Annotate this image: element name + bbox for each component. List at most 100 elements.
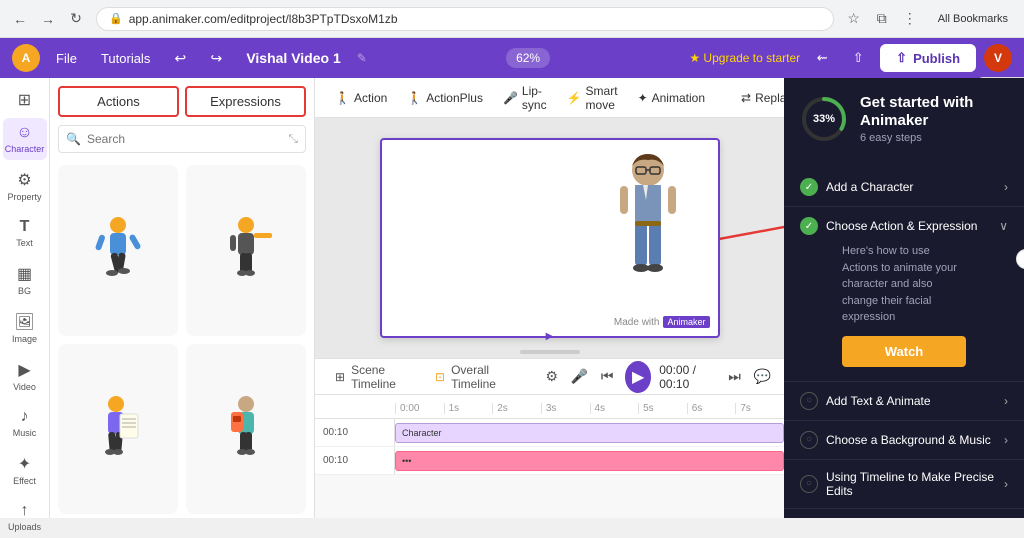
sidebar-label-effect: Effect	[13, 476, 36, 486]
refresh-button[interactable]: ↻	[64, 7, 88, 31]
search-icon: 🔍	[66, 132, 81, 146]
sidebar-item-bg[interactable]: ▦ BG	[3, 258, 47, 302]
mic-btn[interactable]: 🎤	[570, 365, 590, 389]
search-input[interactable]	[58, 125, 306, 153]
step-label-add-text: Add Text & Animate	[826, 394, 996, 408]
play-button[interactable]: ▶	[625, 361, 651, 393]
scroll-thumb[interactable]	[520, 350, 580, 354]
actions-tab[interactable]: Actions	[58, 86, 179, 117]
track-content-character: Character	[395, 419, 784, 446]
sidebar-item-music[interactable]: ♪ Music	[3, 402, 47, 444]
list-item[interactable]	[186, 344, 306, 515]
music-icon: ♪	[21, 408, 29, 426]
timeline-section: ⊞ Scene Timeline ⊡ Overall Timeline ⚙ 🎤 …	[315, 358, 784, 518]
menu-button[interactable]: ⋮	[898, 7, 922, 31]
extensions-button[interactable]: ⧉	[870, 7, 894, 31]
sidebar-item-property[interactable]: ⚙ Property	[3, 164, 47, 208]
undo-button[interactable]: ↩	[168, 46, 192, 70]
back-button[interactable]: ←	[8, 7, 32, 31]
property-icon: ⚙	[17, 170, 31, 190]
timeline-playback: ⚙ 🎤 ⏮ ▶ 00:00 / 00:10 ⏭ 💬	[542, 361, 772, 393]
step-choose-action[interactable]: ✓ Choose Action & Expression ∨ Here's ho…	[784, 207, 1024, 382]
right-panel: 33% Get started with Animaker 6 easy ste…	[784, 78, 1024, 518]
canvas-area: 🚶 Action 🚶 ActionPlus 🎤 Lip-sync ⚡ Smart…	[315, 78, 784, 518]
export-icon[interactable]: ⇧	[844, 44, 872, 72]
step-header-precise: ○ Using Timeline to Make Precise Edits ›	[800, 470, 1008, 498]
all-bookmarks-button[interactable]: All Bookmarks	[930, 11, 1016, 27]
scene-timeline-tab[interactable]: ⊞ Scene Timeline	[327, 359, 415, 395]
step-label-precise: Using Timeline to Make Precise Edits	[826, 470, 996, 498]
list-item[interactable]	[186, 165, 306, 336]
timeline-ruler: 0:00 1s 2s 3s 4s 5s 6s 7s	[315, 395, 784, 419]
overall-timeline-tab[interactable]: ⊡ Overall Timeline	[427, 359, 518, 395]
scene-frame[interactable]: ▶ Made with Animaker	[380, 138, 720, 338]
redo-button[interactable]: ↪	[204, 46, 228, 70]
sidebar-item-effect[interactable]: ✦ Effect	[3, 448, 47, 492]
tab-action[interactable]: 🚶 Action	[327, 87, 395, 109]
url-text: app.animaker.com/editproject/l8b3PTpTDsx…	[129, 12, 398, 26]
star-button[interactable]: ☆	[842, 7, 866, 31]
chat-btn[interactable]: 💬	[752, 365, 772, 389]
char-figure-2	[216, 215, 276, 285]
progress-subtitle: 6 easy steps	[860, 132, 1008, 144]
settings-btn[interactable]: ⚙	[542, 365, 562, 389]
watch-button[interactable]: Watch	[842, 336, 966, 367]
sidebar-item-uploads[interactable]: ↑ Uploads	[3, 496, 47, 538]
char-panel: Actions Expressions 🔍 ⤡	[50, 78, 315, 518]
character-track-block[interactable]: Character	[395, 423, 784, 443]
share-icon[interactable]: ⇜	[808, 44, 836, 72]
music-track-block[interactable]: •••	[395, 451, 784, 471]
watermark-text: Made with	[614, 317, 660, 328]
tutorials-menu[interactable]: Tutorials	[93, 47, 158, 70]
step-label-choose-bg: Choose a Background & Music	[826, 433, 996, 447]
sidebar-item-character[interactable]: ☺ Character	[3, 118, 47, 160]
ruler-mark-4: 4s	[590, 403, 639, 414]
step-add-text[interactable]: ○ Add Text & Animate ›	[784, 382, 1024, 421]
progress-info: Get started with Animaker 6 easy steps	[860, 94, 1008, 144]
scroll-indicator	[315, 346, 784, 358]
sidebar-item-image[interactable]: 🖼 Image	[3, 306, 47, 350]
image-icon: 🖼	[14, 312, 34, 332]
sidebar-label-video: Video	[13, 382, 36, 392]
step-add-character[interactable]: ✓ Add a Character ›	[784, 168, 1024, 207]
address-bar[interactable]: 🔒 app.animaker.com/editproject/l8b3PTpTD…	[96, 7, 834, 31]
step-export[interactable]: ○ Export your Video ›	[784, 509, 1024, 519]
step-header-choose-bg: ○ Choose a Background & Music ›	[800, 431, 1008, 449]
user-avatar[interactable]: V	[984, 44, 1012, 72]
track-label-character: 00:10	[315, 419, 395, 446]
tab-actionplus[interactable]: 🚶 ActionPlus	[399, 87, 491, 109]
tab-animation[interactable]: ✦ Animation	[630, 87, 713, 109]
step-header-add-text: ○ Add Text & Animate ›	[800, 392, 1008, 410]
tab-lipsync[interactable]: 🎤 Lip-sync	[495, 80, 555, 116]
file-menu[interactable]: File	[48, 47, 85, 70]
step-precise-edits[interactable]: ○ Using Timeline to Make Precise Edits ›	[784, 460, 1024, 509]
char-figure-1	[88, 215, 148, 285]
list-item[interactable]	[58, 344, 178, 515]
sidebar-label-character: Character	[5, 144, 45, 154]
sidebar-label-music: Music	[13, 428, 37, 438]
sidebar-label-uploads: Uploads	[8, 522, 41, 532]
list-item[interactable]	[58, 165, 178, 336]
replace-icon: ⇄	[741, 91, 751, 105]
char-figure-4	[216, 394, 276, 464]
timeline-tracks: 00:10 Character 00:10 •••	[315, 419, 784, 475]
video-icon: ▶	[18, 360, 30, 380]
sidebar-item-text[interactable]: T Text	[3, 212, 47, 254]
browser-actions: ☆ ⧉ ⋮	[842, 7, 922, 31]
overall-timeline-icon: ⊡	[435, 370, 445, 384]
zoom-indicator[interactable]: 62%	[506, 48, 550, 68]
expand-icon[interactable]: ⤡	[288, 132, 298, 147]
sidebar-item-grid[interactable]: ⊞	[3, 86, 47, 114]
ruler-mark-2: 2s	[492, 403, 541, 414]
expressions-tab[interactable]: Expressions	[185, 86, 306, 117]
step-check-pending: ○	[800, 392, 818, 410]
publish-button[interactable]: ⇧ Publish	[880, 44, 976, 72]
skip-back-btn[interactable]: ⏮	[597, 365, 617, 389]
sidebar-item-video[interactable]: ▶ Video	[3, 354, 47, 398]
animation-tab-icon: ✦	[638, 91, 648, 105]
forward-button[interactable]: →	[36, 7, 60, 31]
step-choose-bg[interactable]: ○ Choose a Background & Music ›	[784, 421, 1024, 460]
skip-forward-btn[interactable]: ⏭	[725, 365, 745, 389]
tab-smartmove[interactable]: ⚡ Smart move	[559, 80, 626, 116]
upgrade-button[interactable]: ★ Upgrade to starter	[689, 51, 800, 65]
